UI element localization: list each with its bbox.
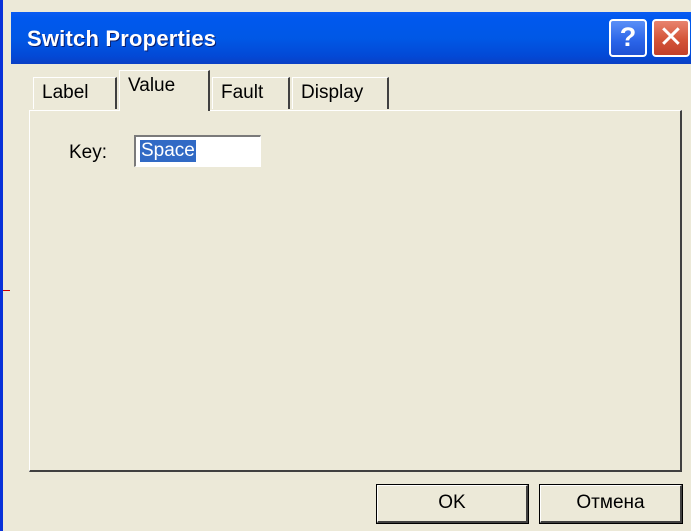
- cancel-button[interactable]: Отмена: [539, 484, 683, 524]
- key-input-value: Space: [140, 140, 196, 162]
- title-bar[interactable]: Switch Properties ? ✕: [11, 12, 691, 64]
- tab-label[interactable]: Label: [33, 77, 117, 109]
- help-icon: ?: [619, 22, 637, 52]
- dialog-title: Switch Properties: [27, 26, 217, 51]
- tab-display[interactable]: Display: [292, 77, 389, 109]
- tab-value[interactable]: Value: [119, 70, 210, 111]
- close-button[interactable]: ✕: [652, 19, 690, 57]
- ok-button[interactable]: OK: [376, 484, 529, 524]
- key-input[interactable]: Space: [134, 135, 261, 167]
- tab-fault[interactable]: Fault: [212, 77, 290, 109]
- close-icon: ✕: [658, 21, 684, 54]
- key-label: Key:: [69, 142, 108, 163]
- background-artifact: [3, 290, 10, 291]
- help-button[interactable]: ?: [609, 19, 647, 57]
- switch-properties-dialog: Switch Properties ? ✕ Label Value Fault …: [0, 0, 691, 531]
- value-tab-panel: [29, 110, 682, 472]
